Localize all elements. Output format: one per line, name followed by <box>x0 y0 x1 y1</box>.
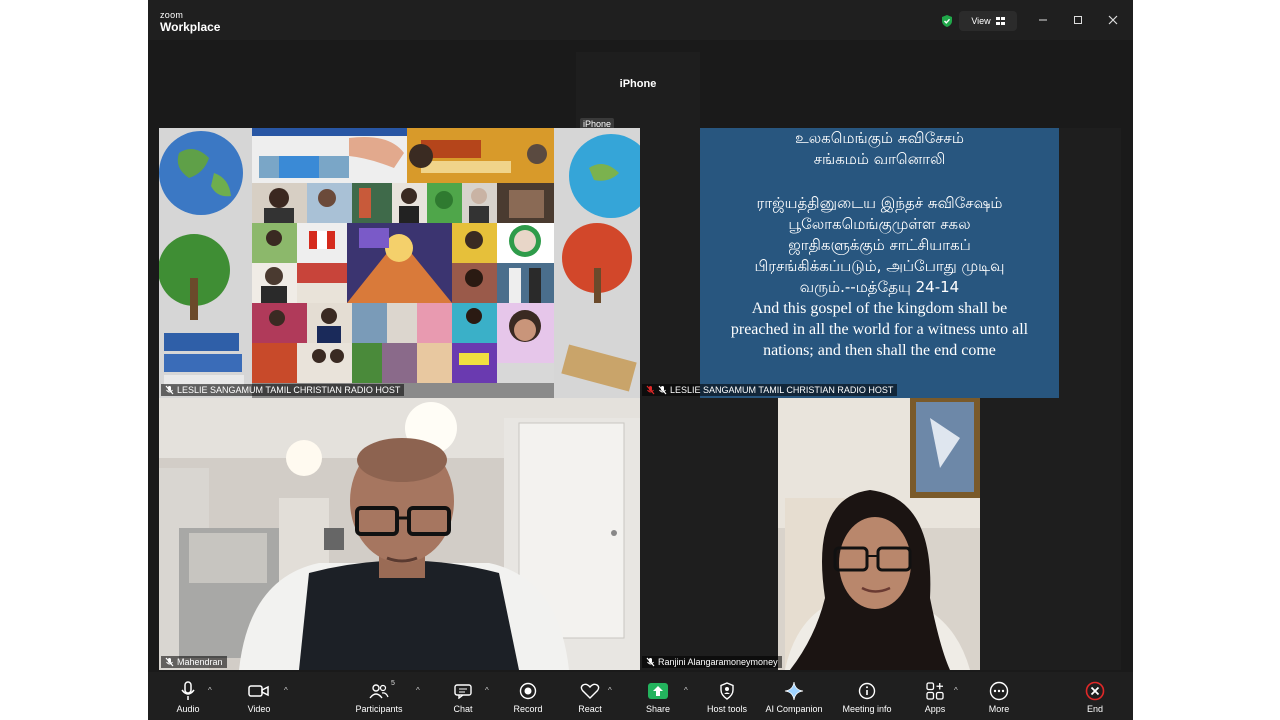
title-bar: zoom Workplace View <box>148 0 1133 40</box>
close-icon[interactable] <box>1105 12 1121 28</box>
ranjini-name-tag: Ranjini Alangaramoneymoney <box>642 656 782 668</box>
record-button[interactable]: Record <box>510 672 546 720</box>
react-label: React <box>578 704 602 714</box>
maximize-icon[interactable] <box>1070 12 1086 28</box>
collage-video-tile[interactable]: LESLIE SANGAMUM TAMIL CHRISTIAN RADIO HO… <box>159 128 640 398</box>
meeting-toolbar: Audio ^ Video ^ 5 Participants ^ Chat ^ … <box>148 672 1133 720</box>
video-gallery: LESLIE SANGAMUM TAMIL CHRISTIAN RADIO HO… <box>159 128 1121 670</box>
tamil-line: உலகமெங்கும் சுவிசேசம் <box>795 129 964 147</box>
record-label: Record <box>513 704 543 714</box>
chevron-up-icon[interactable]: ^ <box>608 686 612 695</box>
mic-muted-red-icon <box>646 385 655 395</box>
ranjini-video-tile[interactable]: Ranjini Alangaramoneymoney <box>640 398 1121 670</box>
share-participant-name: LESLIE SANGAMUM TAMIL CHRISTIAN RADIO HO… <box>670 385 894 395</box>
meeting-stage: iPhone iPhone LESLIE SANGAMUM TAMIL CHRI… <box>148 40 1133 672</box>
chevron-up-icon[interactable]: ^ <box>416 686 420 695</box>
mic-muted-icon <box>646 657 655 667</box>
chevron-up-icon[interactable]: ^ <box>954 686 958 695</box>
host-tools-button[interactable]: Host tools <box>704 672 750 720</box>
end-label: End <box>1086 704 1103 714</box>
meeting-info-label: Meeting info <box>842 704 892 714</box>
participants-icon <box>369 684 389 699</box>
mic-muted-icon <box>658 385 667 395</box>
more-label: More <box>988 704 1010 714</box>
share-name-tag: LESLIE SANGAMUM TAMIL CHRISTIAN RADIO HO… <box>642 384 898 396</box>
ai-companion-button[interactable]: AI Companion <box>762 672 826 720</box>
record-icon <box>519 682 537 700</box>
mahendran-video-tile[interactable]: Mahendran <box>159 398 640 670</box>
english-line: preached in all the world for a witness … <box>730 321 1029 338</box>
video-button[interactable]: Video <box>239 672 279 720</box>
chat-label: Chat <box>453 704 473 714</box>
tamil-line: ஜாதிகளுக்கும் சாட்சியாகப் <box>788 236 971 254</box>
chat-icon <box>454 684 472 699</box>
shield-icon[interactable] <box>940 14 954 28</box>
scripture-slide: உலகமெங்கும் சுவிசேசம் சங்கமம் வானொலி ராஜ… <box>700 128 1059 398</box>
brand-small: zoom <box>160 10 184 20</box>
apps-icon <box>926 682 944 700</box>
heart-icon <box>580 683 600 699</box>
tamil-line: பிரசங்கிக்கப்படும், அப்போது முடிவு <box>754 257 1005 275</box>
tamil-line: பூலோகமெங்குமுள்ள சகல <box>788 215 971 233</box>
brand-name: Workplace <box>160 20 221 34</box>
end-button[interactable]: End <box>1080 672 1110 720</box>
chevron-up-icon[interactable]: ^ <box>284 686 288 695</box>
tamil-line: வரும்.--மத்தேயு 24-14 <box>799 278 960 296</box>
share-label: Share <box>645 704 671 714</box>
info-icon <box>858 682 876 700</box>
sparkle-icon <box>784 681 804 701</box>
video-camera-icon <box>248 685 269 697</box>
mic-muted-icon <box>165 385 174 395</box>
audio-button[interactable]: Audio <box>168 672 208 720</box>
host-tools-label: Host tools <box>706 704 748 714</box>
chevron-up-icon[interactable]: ^ <box>684 686 688 695</box>
mic-muted-icon <box>165 657 174 667</box>
iphone-title: iPhone <box>619 78 657 90</box>
view-label: View <box>971 16 991 26</box>
share-screen-icon <box>648 683 668 699</box>
end-call-icon <box>1085 681 1105 701</box>
chevron-up-icon[interactable]: ^ <box>208 686 212 695</box>
apps-label: Apps <box>924 704 946 714</box>
shield-icon <box>720 682 734 700</box>
mahendran-name-tag: Mahendran <box>161 656 227 668</box>
collage-participant-name: LESLIE SANGAMUM TAMIL CHRISTIAN RADIO HO… <box>177 385 401 395</box>
shared-text-video-tile[interactable]: உலகமெங்கும் சுவிசேசம் சங்கமம் வானொலி ராஜ… <box>640 128 1121 398</box>
zoom-logo: zoom Workplace <box>160 10 221 35</box>
mahendran-video <box>159 398 640 670</box>
audio-label: Audio <box>176 704 200 714</box>
ranjini-participant-name: Ranjini Alangaramoneymoney <box>658 657 778 667</box>
tamil-line: சங்கமம் வானொலி <box>813 150 946 168</box>
tamil-line: ராஜ்யத்தினுடைய இந்தச் சுவிசேஷம் <box>756 194 1003 212</box>
participants-label: Participants <box>355 704 403 714</box>
ai-companion-label: AI Companion <box>765 704 823 714</box>
more-button[interactable]: More <box>984 672 1014 720</box>
view-button[interactable]: View <box>959 11 1017 31</box>
chat-button[interactable]: Chat <box>448 672 478 720</box>
mahendran-participant-name: Mahendran <box>177 657 223 667</box>
collage-name-tag: LESLIE SANGAMUM TAMIL CHRISTIAN RADIO HO… <box>161 384 405 396</box>
zoom-window: zoom Workplace View iPhone iPhone LESLIE… <box>148 0 1133 720</box>
participants-count: 5 <box>391 680 395 687</box>
english-line: nations; and then shall the end come <box>763 342 996 359</box>
grid-icon <box>995 17 1005 25</box>
iphone-tile[interactable]: iPhone iPhone <box>576 52 700 130</box>
apps-button[interactable]: Apps <box>920 672 950 720</box>
video-label: Video <box>247 704 271 714</box>
microphone-icon <box>181 681 195 700</box>
react-button[interactable]: React <box>574 672 606 720</box>
collage-image <box>159 128 640 398</box>
participants-button[interactable]: 5 Participants <box>351 672 407 720</box>
english-line: And this gospel of the kingdom shall be <box>751 300 1008 317</box>
more-icon <box>989 681 1009 701</box>
minimize-icon[interactable] <box>1035 12 1051 28</box>
meeting-info-button[interactable]: Meeting info <box>838 672 896 720</box>
chevron-up-icon[interactable]: ^ <box>485 686 489 695</box>
share-button[interactable]: Share <box>640 672 676 720</box>
tamil-line <box>700 170 1059 193</box>
ranjini-video <box>778 398 980 670</box>
